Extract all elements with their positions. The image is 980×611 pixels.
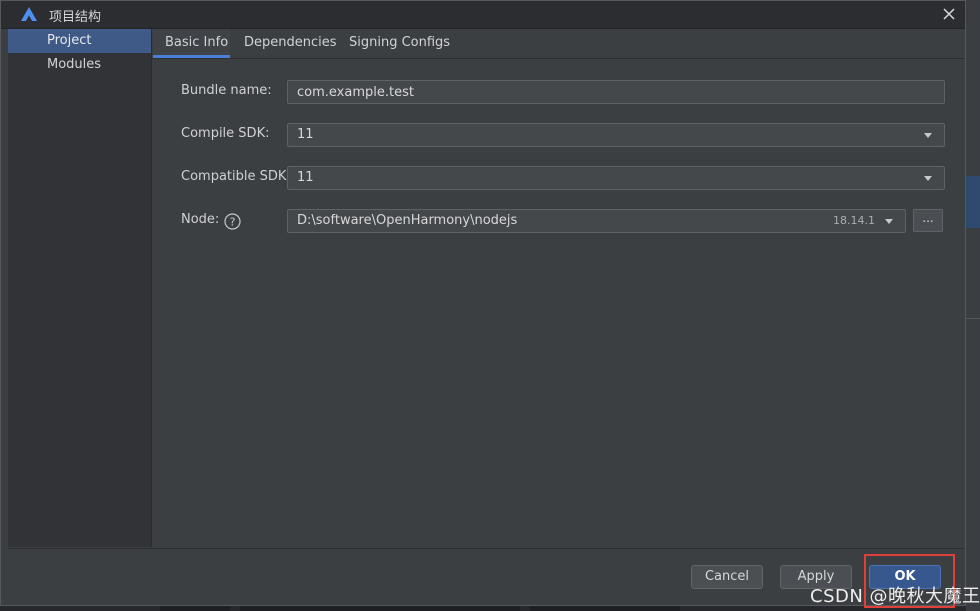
tab-basic-info[interactable]: Basic Info — [153, 29, 230, 58]
sidebar: Project Modules — [8, 29, 152, 547]
compile-sdk-select[interactable]: 11 — [287, 123, 945, 147]
compatible-sdk-value: 11 — [297, 170, 314, 185]
chevron-down-icon — [924, 176, 932, 181]
cancel-button[interactable]: Cancel — [691, 565, 763, 589]
tab-dependencies[interactable]: Dependencies — [244, 29, 339, 58]
footer-divider — [8, 548, 965, 549]
bundle-name-label: Bundle name: — [181, 83, 272, 98]
sidebar-item-project[interactable]: Project — [8, 29, 151, 53]
sidebar-item-label: Project — [47, 33, 92, 48]
compatible-sdk-label: Compatible SDK: — [181, 169, 291, 184]
compatible-sdk-select[interactable]: 11 — [287, 166, 945, 190]
background-divider — [966, 318, 980, 319]
compile-sdk-value: 11 — [297, 127, 314, 142]
close-icon[interactable] — [939, 4, 959, 24]
background-selection — [966, 176, 980, 228]
window-title: 项目结构 — [49, 10, 102, 25]
watermark: CSDN @晚秋大魔王 — [810, 586, 980, 607]
title-bar[interactable]: 项目结构 — [1, 1, 965, 29]
bundle-name-input[interactable] — [287, 80, 945, 104]
node-path-select[interactable]: D:\software\OpenHarmony\nodejs 18.14.1 — [287, 209, 906, 233]
harmony-app-icon — [21, 7, 37, 21]
node-label: Node: — [181, 212, 220, 227]
tab-label: Signing Configs — [349, 35, 451, 50]
tab-bar: Basic Info Dependencies Signing Configs — [153, 29, 965, 59]
browse-button[interactable]: ... — [913, 209, 943, 232]
sidebar-item-modules[interactable]: Modules — [8, 53, 151, 77]
tab-label: Dependencies — [244, 35, 337, 50]
content-panel: Basic Info Dependencies Signing Configs … — [153, 29, 965, 547]
chevron-down-icon — [924, 133, 932, 138]
compile-sdk-label: Compile SDK: — [181, 126, 270, 141]
project-structure-dialog: 项目结构 Project Modules Basic Info Dependen… — [0, 0, 966, 608]
help-icon[interactable]: ? — [224, 213, 241, 230]
sidebar-item-label: Modules — [47, 57, 102, 72]
svg-text:?: ? — [230, 216, 236, 229]
chevron-down-icon — [885, 219, 893, 224]
tab-label: Basic Info — [165, 35, 229, 50]
node-version: 18.14.1 — [833, 214, 875, 227]
tab-signing-configs[interactable]: Signing Configs — [349, 29, 459, 58]
background-ide-strip — [966, 0, 980, 611]
node-path-value: D:\software\OpenHarmony\nodejs — [297, 213, 518, 228]
